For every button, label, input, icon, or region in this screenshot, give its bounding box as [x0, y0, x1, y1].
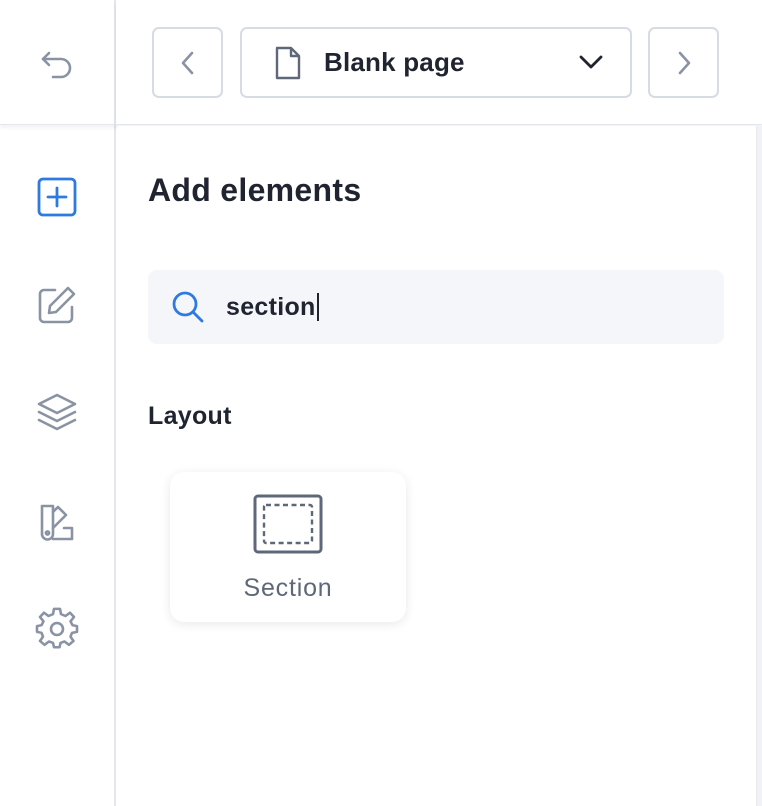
palette-icon — [40, 504, 74, 541]
search-input-value: section — [226, 292, 316, 321]
add-elements-panel: Add elements section Layout Section — [118, 126, 756, 806]
add-elements-button[interactable] — [28, 168, 86, 226]
plus-square-icon — [37, 177, 77, 217]
element-card-label: Section — [243, 574, 333, 602]
search-icon — [172, 291, 204, 323]
undo-icon — [41, 51, 72, 79]
document-icon — [275, 46, 301, 79]
gear-icon — [35, 607, 79, 649]
text-caret — [316, 293, 319, 321]
chevron-left-icon — [181, 51, 193, 74]
undo-button[interactable] — [28, 34, 86, 92]
chevron-right-icon — [678, 51, 690, 74]
settings-button[interactable] — [28, 600, 86, 658]
edit-button[interactable] — [28, 276, 86, 334]
page-selector[interactable]: Blank page — [240, 27, 632, 98]
section-icon — [253, 494, 323, 554]
search-input[interactable]: section — [148, 270, 724, 344]
layers-icon — [37, 393, 77, 431]
chevron-down-icon — [579, 55, 603, 69]
left-rail — [0, 0, 116, 806]
next-page-button[interactable] — [648, 27, 719, 98]
group-label-layout: Layout — [148, 402, 232, 430]
page-selector-label: Blank page — [324, 47, 465, 77]
rail-top-area — [0, 0, 116, 125]
previous-page-button[interactable] — [152, 27, 223, 98]
theme-button[interactable] — [28, 492, 86, 550]
top-bar: Blank page — [116, 0, 762, 125]
edit-icon — [38, 286, 76, 324]
layers-button[interactable] — [28, 384, 86, 442]
panel-title: Add elements — [148, 172, 362, 208]
element-card-section[interactable]: Section — [170, 472, 406, 622]
scrollbar-track[interactable] — [756, 126, 762, 806]
